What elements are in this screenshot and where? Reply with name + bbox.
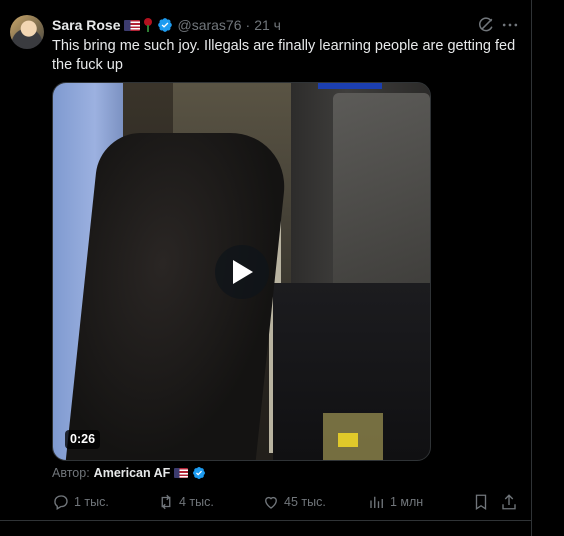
attribution-author[interactable]: American AF (94, 466, 171, 480)
views-icon (370, 496, 383, 508)
us-flag-icon (124, 19, 141, 31)
tweet[interactable]: Sara Rose @saras76 · 21 ч This bring me … (0, 0, 531, 520)
video-duration: 0:26 (65, 430, 101, 449)
separator: · (245, 17, 251, 33)
author-handle[interactable]: @saras76 (177, 17, 241, 33)
repost-count: 4 тыс. (179, 495, 214, 509)
grok-icon[interactable] (476, 15, 496, 35)
like-button[interactable]: 45 тыс. (262, 493, 326, 511)
post-time[interactable]: 21 ч (254, 17, 281, 33)
action-bar: 1 тыс. 4 тыс. 45 тыс. 1 млн (52, 493, 522, 513)
share-icon (502, 494, 516, 510)
repost-button[interactable]: 4 тыс. (157, 493, 214, 511)
video-attribution: Автор: American AF (52, 466, 206, 480)
avatar[interactable] (10, 15, 44, 49)
reply-icon (54, 495, 68, 510)
post-text: This bring me such joy. Illegals are fin… (52, 38, 516, 73)
video-player[interactable]: 0:26 (52, 82, 431, 461)
play-icon (233, 260, 253, 284)
attribution-label: Автор: (52, 466, 90, 480)
bookmark-icon (475, 494, 487, 511)
views-button[interactable]: 1 млн (368, 493, 423, 511)
views-count: 1 млн (390, 495, 424, 509)
verified-icon (158, 18, 173, 32)
tweet-header: Sara Rose @saras76 · 21 ч (52, 16, 281, 34)
reply-count: 1 тыс. (74, 495, 109, 509)
next-tweet[interactable] (0, 521, 531, 536)
share-button[interactable] (500, 493, 518, 511)
like-count: 45 тыс. (284, 495, 326, 509)
verified-icon (193, 467, 206, 479)
like-icon (265, 496, 277, 509)
timeline-border (531, 0, 532, 536)
bookmark-button[interactable] (472, 493, 490, 511)
repost-icon (161, 494, 171, 510)
us-flag-icon (174, 468, 189, 478)
author-name[interactable]: Sara Rose (52, 17, 120, 33)
rose-icon (143, 18, 153, 32)
reply-button[interactable]: 1 тыс. (52, 493, 109, 511)
more-icon[interactable] (500, 15, 520, 35)
play-button[interactable] (215, 245, 269, 299)
